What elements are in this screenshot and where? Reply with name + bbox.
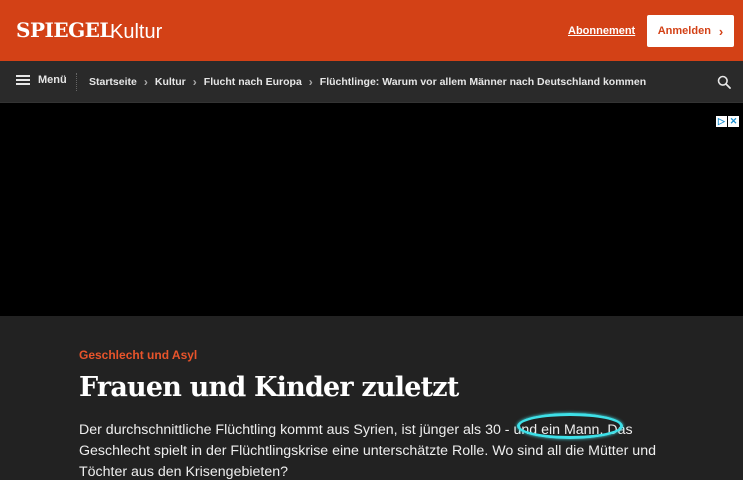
breadcrumb-item-flucht[interactable]: Flucht nach Europa xyxy=(204,76,302,88)
chevron-right-icon: › xyxy=(192,75,197,89)
menu-label: Menü xyxy=(38,74,67,86)
close-icon[interactable]: ✕ xyxy=(728,116,739,127)
search-icon[interactable] xyxy=(717,75,731,89)
highlight-annotation xyxy=(517,413,623,439)
article-header: Geschlecht und Asyl Frauen und Kinder zu… xyxy=(0,316,743,480)
breadcrumb-item-kultur[interactable]: Kultur xyxy=(155,76,186,88)
chevron-right-icon: › xyxy=(143,75,148,89)
login-button-label: Anmelden xyxy=(657,25,711,37)
article-headline: Frauen und Kinder zuletzt xyxy=(79,372,459,403)
menu-button[interactable]: Menü xyxy=(16,74,67,86)
login-button[interactable]: Anmelden › xyxy=(647,15,734,47)
spiegel-logo[interactable]: SPIEGEL xyxy=(16,17,113,43)
breadcrumb-item-current[interactable]: Flüchtlinge: Warum vor allem Männer nach… xyxy=(320,76,646,88)
chevron-right-icon: › xyxy=(308,75,313,89)
hamburger-icon xyxy=(16,75,30,85)
article-kicker: Geschlecht und Asyl xyxy=(79,348,198,362)
advertisement-area[interactable]: ▷ ✕ xyxy=(0,103,743,316)
subscribe-link[interactable]: Abonnement xyxy=(568,24,635,38)
adchoices-badge[interactable]: ▷ ✕ xyxy=(716,116,739,127)
navigation-bar: Menü Startseite › Kultur › Flucht nach E… xyxy=(0,61,743,103)
section-title[interactable]: Kultur xyxy=(110,19,162,45)
breadcrumb: Startseite › Kultur › Flucht nach Europa… xyxy=(89,76,646,88)
adchoices-icon[interactable]: ▷ xyxy=(716,116,727,127)
nav-divider xyxy=(76,73,77,91)
chevron-right-icon: › xyxy=(718,23,724,39)
breadcrumb-item-startseite[interactable]: Startseite xyxy=(89,76,137,88)
top-header-bar: SPIEGEL Kultur Abonnement Anmelden › xyxy=(0,0,743,61)
